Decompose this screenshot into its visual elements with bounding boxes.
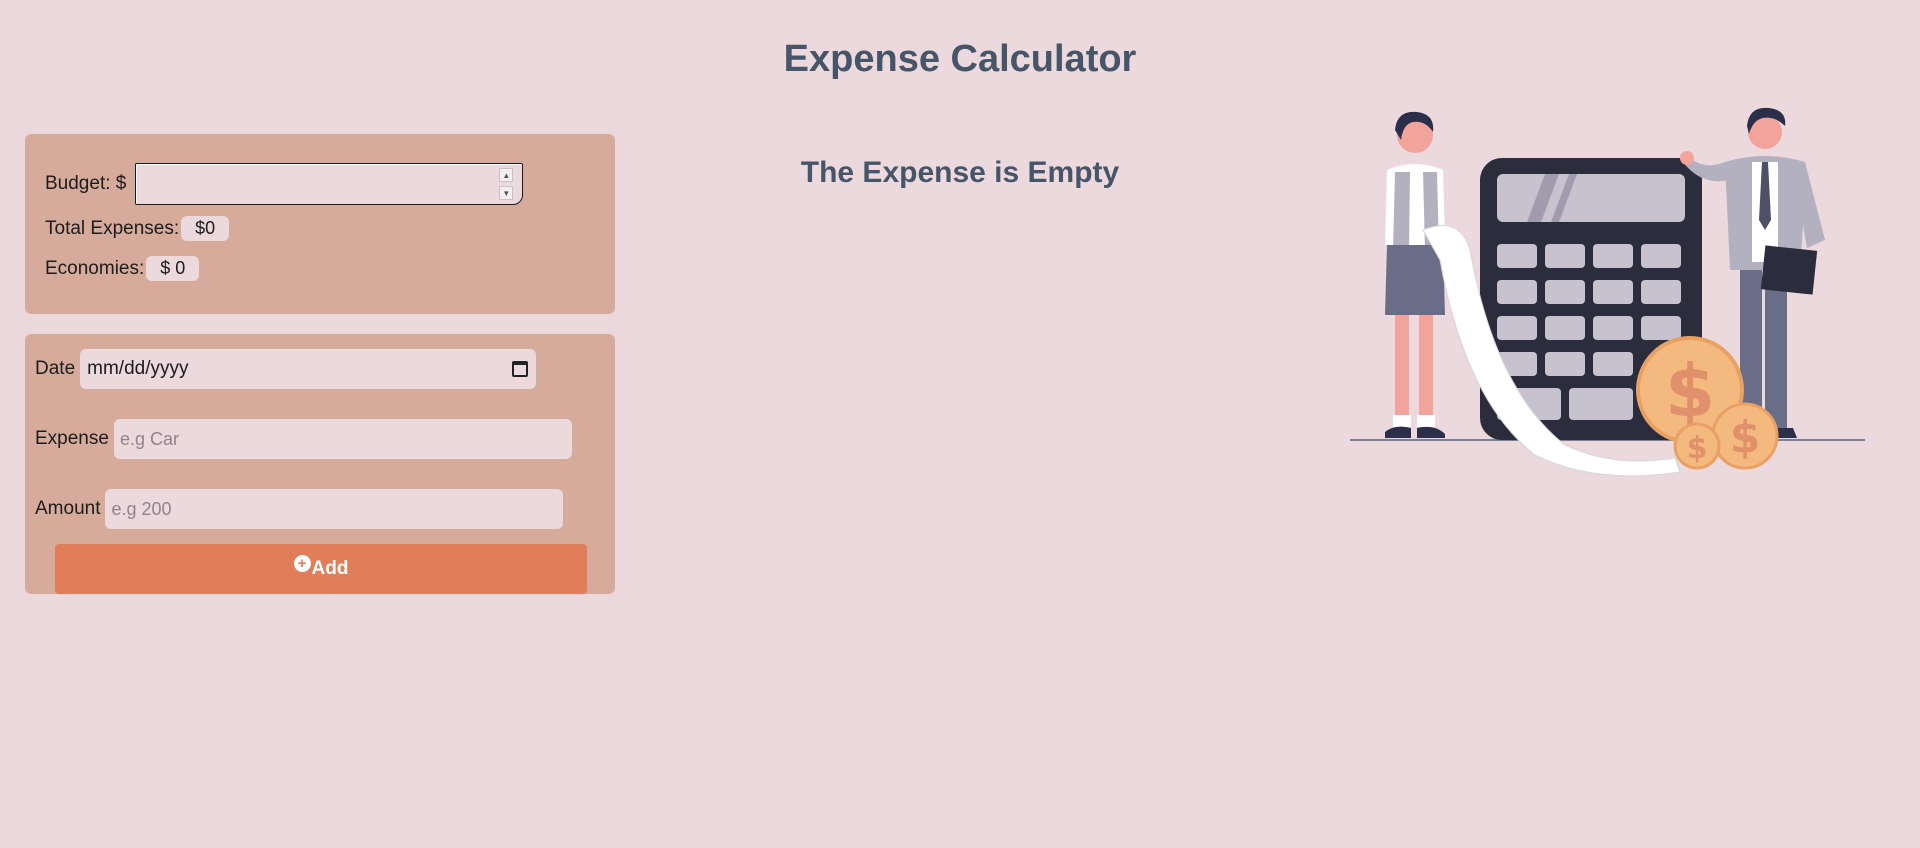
calculator-illustration: $ $ $ — [1350, 107, 1865, 477]
economies-label: Economies: — [45, 257, 145, 279]
add-button[interactable]: + Add — [55, 544, 587, 594]
spinner-down-icon[interactable]: ▼ — [499, 186, 514, 200]
date-label: Date — [35, 358, 76, 379]
svg-text:$: $ — [1687, 431, 1708, 466]
amount-label: Amount — [35, 498, 101, 519]
page-title: Expense Calculator — [783, 38, 1137, 80]
total-expenses-value: $0 — [181, 216, 230, 241]
date-input[interactable]: mm/dd/yyyy — [80, 349, 537, 389]
expense-input[interactable]: e.g Car — [113, 419, 572, 459]
budget-row: Budget: $ ▲ ▼ — [45, 163, 524, 205]
budget-label: Budget: $ — [45, 173, 127, 194]
calendar-icon[interactable] — [512, 361, 529, 377]
budget-input[interactable]: ▲ ▼ — [135, 163, 524, 205]
amount-input[interactable]: e.g 200 — [105, 489, 564, 529]
economies-row: Economies: $ 0 — [45, 256, 200, 281]
budget-card: Budget: $ ▲ ▼ Total Expenses: $0 Economi… — [25, 134, 615, 314]
amount-placeholder: e.g 200 — [111, 498, 172, 519]
total-expenses-row: Total Expenses: $0 — [45, 216, 230, 241]
expense-form-card: Date mm/dd/yyyy Expense e.g Car Amount e… — [25, 334, 615, 594]
woman-figure — [1385, 111, 1445, 438]
expense-placeholder: e.g Car — [119, 428, 179, 449]
date-placeholder: mm/dd/yyyy — [87, 358, 189, 379]
add-button-label: Add — [311, 558, 349, 579]
spinner-up-icon[interactable]: ▲ — [499, 168, 514, 182]
svg-text:$: $ — [1730, 412, 1761, 463]
number-spinner[interactable]: ▲ ▼ — [497, 168, 515, 200]
amount-row: Amount e.g 200 — [35, 489, 564, 529]
date-row: Date mm/dd/yyyy — [35, 349, 537, 389]
economies-value: $ 0 — [146, 256, 200, 281]
plus-circle-icon: + — [293, 554, 311, 572]
total-expenses-label: Total Expenses: — [45, 217, 180, 239]
svg-text:$: $ — [1665, 349, 1715, 433]
expense-row: Expense e.g Car — [35, 419, 572, 459]
empty-expense-message: The Expense is Empty — [800, 156, 1120, 189]
expense-label: Expense — [35, 428, 109, 449]
